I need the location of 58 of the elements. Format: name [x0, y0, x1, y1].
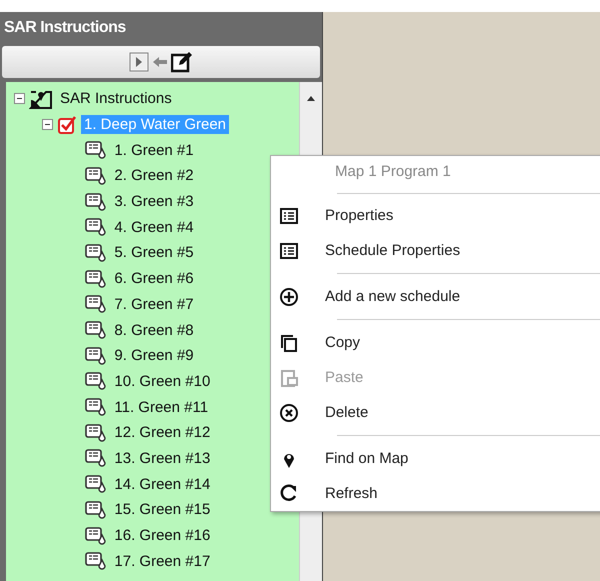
- panel-title: SAR Instructions: [3, 18, 127, 38]
- menu-header: Map 1 Program 1: [334, 162, 452, 182]
- tree-item[interactable]: 16. Green #16: [111, 526, 214, 546]
- tree-item[interactable]: 5. Green #5: [111, 243, 197, 262]
- schedule-icon: [85, 320, 108, 340]
- tree-item[interactable]: 11. Green #11: [111, 398, 212, 417]
- tree-item[interactable]: 2. Green #2: [111, 166, 197, 186]
- tree-item[interactable]: 7. Green #7: [111, 294, 197, 314]
- schedule-icon: [85, 242, 108, 263]
- list-icon: [279, 206, 299, 226]
- tree-item[interactable]: 12. Green #12: [111, 423, 214, 442]
- schedule-icon: [85, 448, 108, 468]
- add-icon: [279, 286, 299, 307]
- delete-icon: [279, 402, 299, 423]
- menu-item[interactable]: Delete: [271, 395, 600, 430]
- play-icon[interactable]: [129, 52, 149, 72]
- schedule-icon: [85, 474, 108, 494]
- copy-icon: [279, 332, 299, 353]
- tree-item[interactable]: 8. Green #8: [111, 320, 197, 340]
- schedule-icon: [85, 346, 108, 366]
- schedule-icon: [85, 166, 108, 186]
- schedule-icon: [85, 551, 108, 572]
- scroll-up-icon[interactable]: [306, 94, 316, 102]
- tree-item[interactable]: 6. Green #6: [111, 269, 197, 288]
- menu-item[interactable]: Schedule Properties: [271, 233, 600, 268]
- schedule-icon: [85, 397, 108, 418]
- schedule-icon: [85, 500, 108, 520]
- tree-item[interactable]: SAR Instructions: [57, 89, 175, 108]
- menu-item[interactable]: Properties: [271, 198, 600, 234]
- schedule-icon: [85, 217, 108, 238]
- schedule-icon: [85, 140, 108, 160]
- tree-item[interactable]: 14. Green #14: [111, 474, 214, 494]
- tree-item[interactable]: 17. Green #17: [111, 552, 214, 571]
- tree-item[interactable]: 10. Green #10: [111, 372, 214, 391]
- refresh-icon: [279, 483, 299, 504]
- arrow-left-icon: [152, 56, 168, 68]
- menu-item[interactable]: Find on Map: [271, 441, 600, 476]
- list-icon: [279, 240, 299, 261]
- tree-item[interactable]: 3. Green #3: [111, 192, 197, 212]
- tree-item[interactable]: 13. Green #13: [111, 448, 214, 468]
- tree-item[interactable]: 9. Green #9: [111, 346, 197, 366]
- edit-icon[interactable]: [171, 51, 193, 73]
- tree-item[interactable]: 15. Green #15: [111, 500, 214, 520]
- paste-icon: [279, 368, 299, 388]
- schedule-icon: [85, 294, 108, 314]
- schedule-icon: [85, 192, 108, 212]
- tree-item[interactable]: 4. Green #4: [111, 218, 197, 237]
- schedule-icon: [85, 526, 108, 546]
- schedule-icon: [85, 268, 108, 289]
- checkbox[interactable]: [57, 114, 77, 135]
- menu-item[interactable]: Copy: [271, 325, 600, 360]
- tree-item[interactable]: 1. Green #1: [111, 140, 197, 160]
- collapse-toggle[interactable]: [42, 119, 53, 130]
- collapse-toggle[interactable]: [14, 93, 25, 104]
- schedule-icon: [85, 422, 108, 443]
- menu-item[interactable]: Add a new schedule: [271, 279, 600, 314]
- menu-item[interactable]: Refresh: [271, 476, 600, 511]
- schedule-icon: [85, 371, 108, 392]
